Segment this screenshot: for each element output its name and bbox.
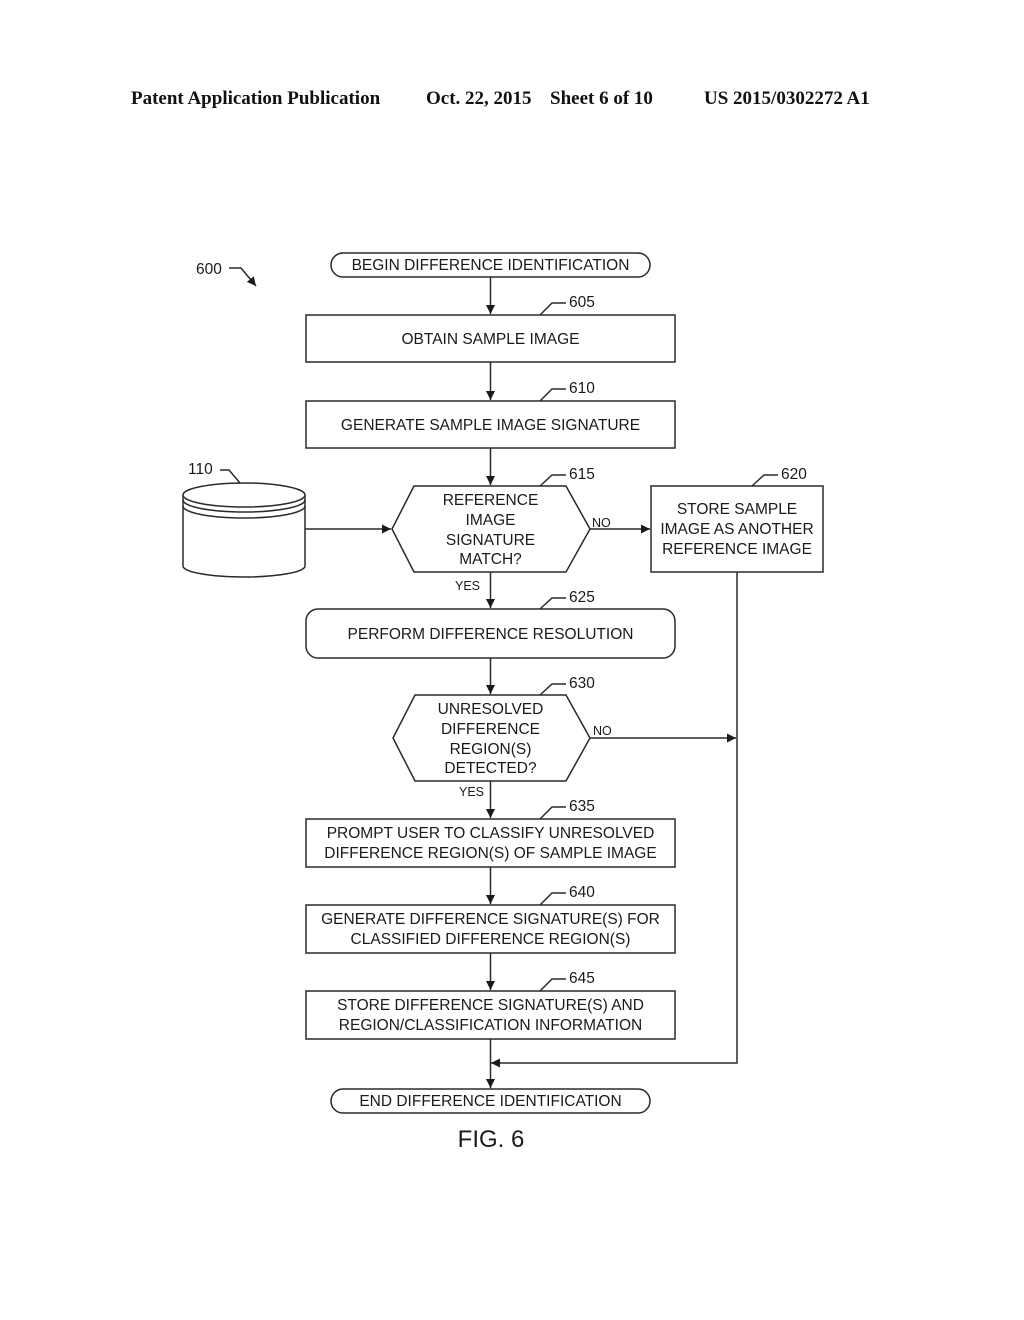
edge-label-615-yes: YES — [455, 579, 480, 593]
node-630: UNRESOLVED DIFFERENCE REGION(S) DETECTED… — [392, 675, 595, 782]
node-630-line-2: DIFFERENCE — [441, 721, 540, 738]
node-615-line-4: MATCH? — [459, 551, 522, 568]
node-620-line-3: REFERENCE IMAGE — [662, 541, 812, 558]
ref-leader-620 — [751, 474, 778, 487]
node-635-line-1: PROMPT USER TO CLASSIFY UNRESOLVED — [327, 825, 655, 842]
ref-leader-615 — [539, 474, 566, 487]
ref-leader-635 — [539, 806, 566, 820]
ref-610: 610 — [569, 380, 595, 397]
node-645-line-2: REGION/CLASSIFICATION INFORMATION — [339, 1017, 642, 1034]
edge-label-630-yes: YES — [459, 785, 484, 799]
ref-leader-625 — [539, 597, 566, 610]
figure-reference: 600 — [196, 261, 257, 287]
ref-leader-630 — [539, 683, 566, 696]
node-620-line-2: IMAGE AS ANOTHER — [660, 521, 813, 538]
node-620: STORE SAMPLE IMAGE AS ANOTHER REFERENCE … — [650, 466, 824, 573]
node-end: END DIFFERENCE IDENTIFICATION — [330, 1088, 651, 1114]
node-645-line-1: STORE DIFFERENCE SIGNATURE(S) AND — [337, 997, 644, 1014]
ref-leader-605 — [539, 302, 566, 316]
figure-ref-leader — [229, 267, 257, 287]
ref-leader-610 — [539, 388, 566, 402]
node-615-line-2: IMAGE — [466, 512, 516, 529]
flowchart: 600 BEGIN DIFFERENCE IDENTIFICATION OBTA… — [182, 252, 824, 1153]
ref-620: 620 — [781, 466, 807, 483]
ref-630: 630 — [569, 675, 595, 692]
ref-645: 645 — [569, 970, 595, 987]
database-110: 110 — [182, 461, 306, 578]
node-625-label: PERFORM DIFFERENCE RESOLUTION — [348, 626, 634, 643]
ref-625: 625 — [569, 589, 595, 606]
node-640-line-2: CLASSIFIED DIFFERENCE REGION(S) — [351, 931, 631, 948]
end-label: END DIFFERENCE IDENTIFICATION — [359, 1093, 621, 1110]
node-635-line-2: DIFFERENCE REGION(S) OF SAMPLE IMAGE — [324, 845, 656, 862]
node-605-label: OBTAIN SAMPLE IMAGE — [401, 331, 579, 348]
node-615-line-1: REFERENCE — [443, 492, 539, 509]
ref-615: 615 — [569, 466, 595, 483]
begin-label: BEGIN DIFFERENCE IDENTIFICATION — [352, 257, 630, 274]
edge-label-630-no: NO — [593, 724, 612, 738]
node-615: REFERENCE IMAGE SIGNATURE MATCH? 615 — [391, 466, 595, 573]
node-630-line-4: DETECTED? — [444, 760, 537, 777]
node-615-line-3: SIGNATURE — [446, 532, 535, 549]
ref-110: 110 — [188, 461, 213, 478]
ref-leader-645 — [539, 978, 566, 992]
figure-caption: FIG. 6 — [458, 1126, 525, 1153]
ref-605: 605 — [569, 294, 595, 311]
node-begin: BEGIN DIFFERENCE IDENTIFICATION — [330, 252, 651, 278]
node-630-line-1: UNRESOLVED — [438, 701, 544, 718]
ref-leader-110 — [220, 469, 241, 484]
node-640-line-1: GENERATE DIFFERENCE SIGNATURE(S) FOR — [321, 911, 660, 928]
database-cylinder-icon — [182, 482, 306, 578]
node-610-label: GENERATE SAMPLE IMAGE SIGNATURE — [341, 417, 640, 434]
node-620-line-1: STORE SAMPLE — [677, 501, 797, 518]
connectors — [305, 277, 738, 1088]
ref-leader-640 — [539, 892, 566, 906]
edge-label-615-no: NO — [592, 516, 611, 530]
node-630-line-3: REGION(S) — [450, 741, 532, 758]
figure-ref-number: 600 — [196, 261, 222, 278]
ref-640: 640 — [569, 884, 595, 901]
ref-635: 635 — [569, 798, 595, 815]
